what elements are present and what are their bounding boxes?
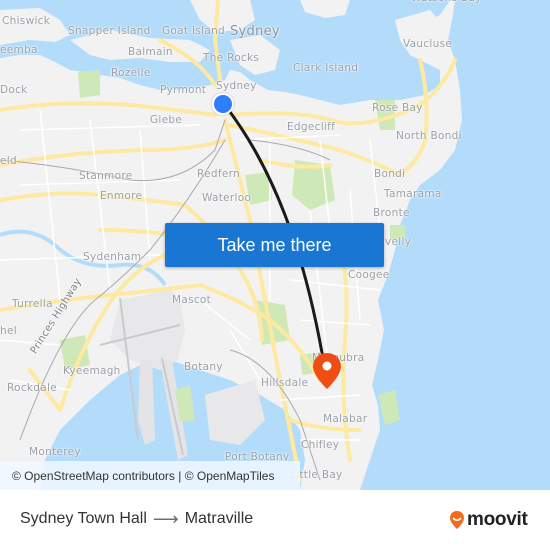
place-label: Vaucluse	[403, 38, 453, 50]
arrow-right-icon: ⟶	[152, 509, 179, 529]
moovit-pin-icon	[450, 511, 464, 529]
place-label: Enmore	[100, 190, 143, 202]
place-label: Rose Bay	[372, 102, 423, 114]
place-label: Redfern	[197, 168, 240, 180]
place-label: hel	[0, 325, 17, 337]
map-view[interactable]: Chiswick Snapper Island Goat Island Sydn…	[0, 0, 550, 490]
place-label: Rockdale	[7, 382, 57, 394]
place-label: The Rocks	[203, 52, 260, 64]
attribution-text: © OpenStreetMap contributors | © OpenMap…	[12, 468, 275, 483]
route-summary: Sydney Town Hall ⟶ Matraville	[20, 510, 253, 528]
place-label: Botany	[184, 361, 223, 373]
place-label: Kyeemagh	[63, 365, 121, 377]
take-me-there-button[interactable]: Take me there	[165, 223, 384, 267]
place-label: Goat Island	[162, 25, 225, 37]
place-label: Malabar	[323, 413, 368, 425]
origin-name: Sydney Town Hall	[20, 510, 147, 527]
place-label: Watsons Bay	[411, 0, 482, 4]
place-label: Mascot	[172, 294, 212, 306]
place-label: eemba	[0, 44, 38, 56]
moovit-logo[interactable]: moovit	[449, 509, 528, 531]
place-label: Bronte	[373, 207, 410, 219]
place-label: North Bondi	[396, 130, 462, 142]
place-label: Sydenham	[83, 251, 142, 263]
place-label: eld	[0, 155, 17, 167]
place-label: Sydney	[230, 24, 280, 39]
origin-marker[interactable]	[212, 93, 234, 115]
place-label: Chifley	[301, 439, 340, 451]
place-label: Balmain	[128, 46, 173, 58]
destination-pin-icon[interactable]	[312, 352, 342, 390]
place-label: velly	[385, 236, 412, 248]
place-label: Sydney	[216, 80, 257, 92]
map-attribution[interactable]: © OpenStreetMap contributors | © OpenMap…	[0, 461, 300, 490]
place-label: Stanmore	[79, 170, 133, 182]
place-label: Rozelle	[111, 67, 151, 79]
place-label: Chiswick	[2, 15, 51, 27]
place-label: Glebe	[150, 114, 183, 126]
place-label: Bondi	[374, 168, 406, 180]
place-label: Tamarama	[384, 188, 442, 200]
place-label: Edgecliff	[287, 121, 336, 133]
place-label: Coogee	[348, 269, 390, 281]
place-label: Pyrmont	[160, 84, 207, 96]
place-label: Monterey	[29, 446, 81, 458]
destination-name: Matraville	[184, 510, 254, 527]
place-label: Waterloo	[202, 192, 252, 204]
moovit-wordmark: moovit	[467, 509, 528, 530]
place-label: Hillsdale	[261, 377, 309, 389]
place-label: Turrella	[12, 298, 53, 310]
place-label: Snapper Island	[68, 25, 151, 37]
place-label: Dock	[0, 84, 28, 96]
place-label: Clark Island	[293, 62, 359, 74]
